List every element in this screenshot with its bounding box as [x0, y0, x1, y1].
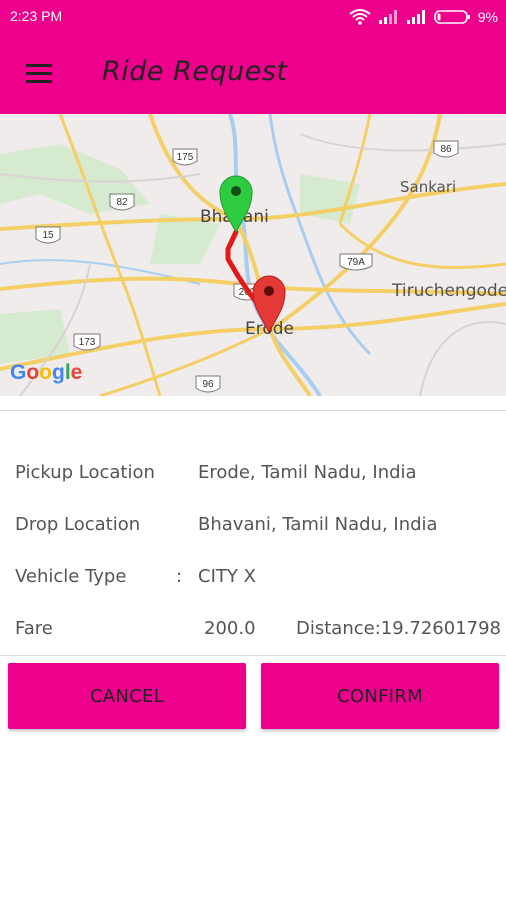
fare-label: Fare — [15, 618, 53, 639]
pickup-location-row: Pickup Location Erode, Tamil Nadu, India — [0, 458, 506, 488]
confirm-button[interactable]: CONFIRM — [261, 663, 499, 729]
battery-percent: 9% — [477, 9, 498, 25]
svg-text:175: 175 — [177, 152, 194, 163]
divider — [0, 410, 506, 411]
battery-icon — [433, 10, 470, 24]
divider — [0, 655, 506, 656]
distance-value: Distance:19.72601798 — [296, 618, 502, 639]
route-shield-96: 96 — [195, 375, 221, 393]
map-canvas[interactable]: 175 86 82 15 79A 200 173 96 Sankari Tiru… — [0, 114, 506, 396]
svg-text:173: 173 — [79, 337, 96, 348]
route-shield-82: 82 — [109, 193, 135, 211]
route-shield-86: 86 — [433, 140, 459, 158]
hamburger-menu-icon[interactable] — [26, 64, 54, 86]
wifi-icon — [349, 9, 371, 25]
route-shield-173: 173 — [73, 333, 101, 351]
svg-text:96: 96 — [202, 379, 214, 390]
route-shield-15: 15 — [35, 226, 61, 244]
svg-text:79A: 79A — [347, 257, 365, 268]
vehicle-type-label: Vehicle Type — [15, 566, 127, 587]
status-icons: 9% — [348, 6, 498, 28]
pickup-location-value: Erode, Tamil Nadu, India — [198, 462, 417, 483]
signal-icon — [378, 10, 397, 24]
fare-row: Fare 200.0 Distance:19.72601798 — [0, 614, 506, 644]
cancel-button[interactable]: CANCEL — [8, 663, 246, 729]
svg-text:86: 86 — [440, 144, 452, 155]
fare-value: 200.0 — [204, 618, 256, 639]
pickup-location-label: Pickup Location — [15, 462, 155, 483]
status-time: 2:23 PM — [10, 8, 63, 24]
route-map[interactable]: 175 86 82 15 79A 200 173 96 Sankari Tiru… — [0, 114, 506, 396]
route-shield-175: 175 — [172, 148, 198, 166]
drop-location-label: Drop Location — [15, 514, 141, 535]
page-title: Ride Request — [102, 56, 288, 87]
route-shield-79a: 79A — [339, 253, 373, 271]
svg-text:15: 15 — [42, 230, 54, 241]
google-logo: Google — [10, 361, 82, 384]
drop-location-value: Bhavani, Tamil Nadu, India — [198, 514, 438, 535]
status-bar: 2:23 PM 9% — [0, 0, 506, 36]
app-bar: Ride Request — [0, 36, 506, 114]
svg-text:82: 82 — [116, 197, 128, 208]
place-label-sankari: Sankari — [400, 178, 456, 196]
vehicle-type-value: CITY X — [198, 566, 256, 587]
drop-location-row: Drop Location Bhavani, Tamil Nadu, India — [0, 510, 506, 540]
place-label-tiruchengode: Tiruchengode — [391, 281, 506, 301]
vehicle-type-colon: : — [176, 566, 183, 587]
signal-icon-2 — [406, 10, 425, 24]
vehicle-type-row: Vehicle Type : CITY X — [0, 562, 506, 592]
